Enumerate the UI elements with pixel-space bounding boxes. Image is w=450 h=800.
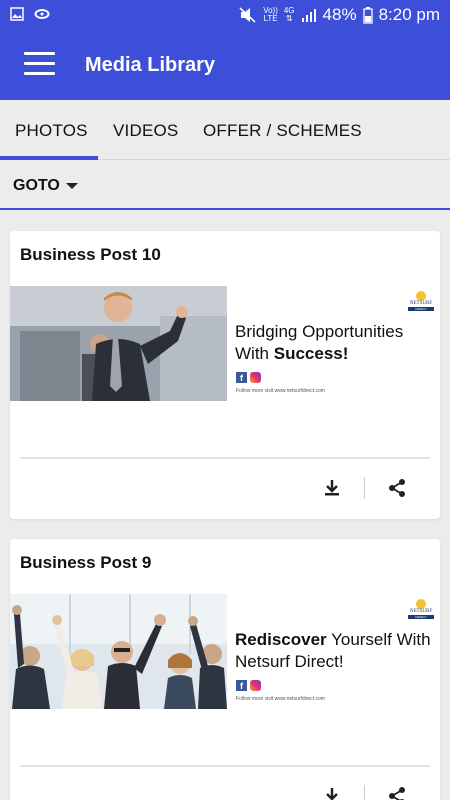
action-separator xyxy=(364,785,365,800)
netsurf-logo: NETSURF DIRECT xyxy=(408,291,434,311)
battery-percent: 48% xyxy=(322,5,357,24)
clock: 8:20 pm xyxy=(378,5,440,24)
download-icon[interactable] xyxy=(320,784,344,800)
volte-bottom: LTE xyxy=(263,14,278,23)
post-title: Business Post 9 xyxy=(20,553,152,572)
data-arrows: ⇅ xyxy=(285,14,293,23)
ad-headline-line2: Netsurf Direct! xyxy=(235,652,344,671)
page-title: Media Library xyxy=(85,54,216,76)
menu-icon[interactable] xyxy=(24,52,56,80)
caret-down-icon xyxy=(65,183,78,189)
tab-photos[interactable]: PHOTOS xyxy=(15,121,88,141)
share-icon[interactable] xyxy=(385,476,409,500)
tab-offer-schemes[interactable]: OFFER / SCHEMES xyxy=(203,121,362,141)
bulb-icon xyxy=(416,291,426,301)
netsurf-logo: NETSURF DIRECT xyxy=(408,599,434,619)
ad-headline-line1: Rediscover Yourself With xyxy=(235,629,431,651)
ad-headline: Rediscover Yourself With Netsurf Direct! xyxy=(235,629,431,673)
sync-icon xyxy=(34,9,50,19)
ad-footer: Follow more visit www.netsurfdirect.com xyxy=(236,388,325,394)
ad-headline: Bridging Opportunities With Success! xyxy=(235,321,403,365)
share-icon[interactable] xyxy=(385,784,409,800)
status-bar: Vo)) LTE 4G ⇅ 48% 8:20 pm xyxy=(0,0,450,32)
ad-social: f xyxy=(236,372,261,383)
tab-bar: PHOTOS VIDEOS OFFER / SCHEMES xyxy=(0,100,450,160)
ad-headline-line1: Bridging Opportunities xyxy=(235,322,404,341)
divider xyxy=(20,457,430,459)
instagram-icon xyxy=(250,372,261,383)
gallery-icon xyxy=(10,7,24,21)
bulb-icon xyxy=(416,599,426,609)
ad-social: f xyxy=(236,680,261,691)
instagram-icon xyxy=(250,680,261,691)
ad-headline-line2: With Success! xyxy=(235,343,403,365)
ad-headline-bold: Success! xyxy=(273,344,349,363)
logo-sub: DIRECT xyxy=(408,615,434,619)
ad-headline-rest: Yourself With xyxy=(326,630,431,649)
app-bar: Media Library xyxy=(0,32,450,100)
ad-footer: Follow more visit www.netsurfdirect.com xyxy=(236,696,325,702)
team-photo xyxy=(10,594,227,709)
signal-icon xyxy=(301,9,316,22)
ad-headline-prefix: With xyxy=(235,344,274,363)
ad-headline-bold: Rediscover xyxy=(235,630,327,649)
logo-sub: DIRECT xyxy=(408,307,434,311)
mute-icon xyxy=(239,7,256,23)
post-image[interactable]: NETSURF DIRECT Bridging Opportunities Wi… xyxy=(10,286,440,401)
divider xyxy=(20,765,430,767)
network-indicator: 4G ⇅ xyxy=(284,7,295,23)
battery-icon xyxy=(362,6,373,24)
businessman-photo xyxy=(10,286,227,401)
post-image[interactable]: NETSURF DIRECT Rediscover Yourself With … xyxy=(10,594,440,709)
facebook-icon: f xyxy=(236,680,247,691)
post-title: Business Post 10 xyxy=(20,245,161,264)
tab-videos[interactable]: VIDEOS xyxy=(113,121,178,141)
post-card: Business Post 9 NETSURF DIRECT Rediscove… xyxy=(10,539,440,800)
goto-label: GOTO xyxy=(13,177,60,194)
facebook-icon: f xyxy=(236,372,247,383)
post-card: Business Post 10 NETSURF DIRECT Bridging… xyxy=(10,231,440,519)
download-icon[interactable] xyxy=(320,476,344,500)
goto-bar: GOTO xyxy=(0,160,450,210)
action-separator xyxy=(364,477,365,499)
volte-indicator: Vo)) LTE xyxy=(263,7,278,23)
goto-dropdown[interactable]: GOTO xyxy=(13,177,78,195)
